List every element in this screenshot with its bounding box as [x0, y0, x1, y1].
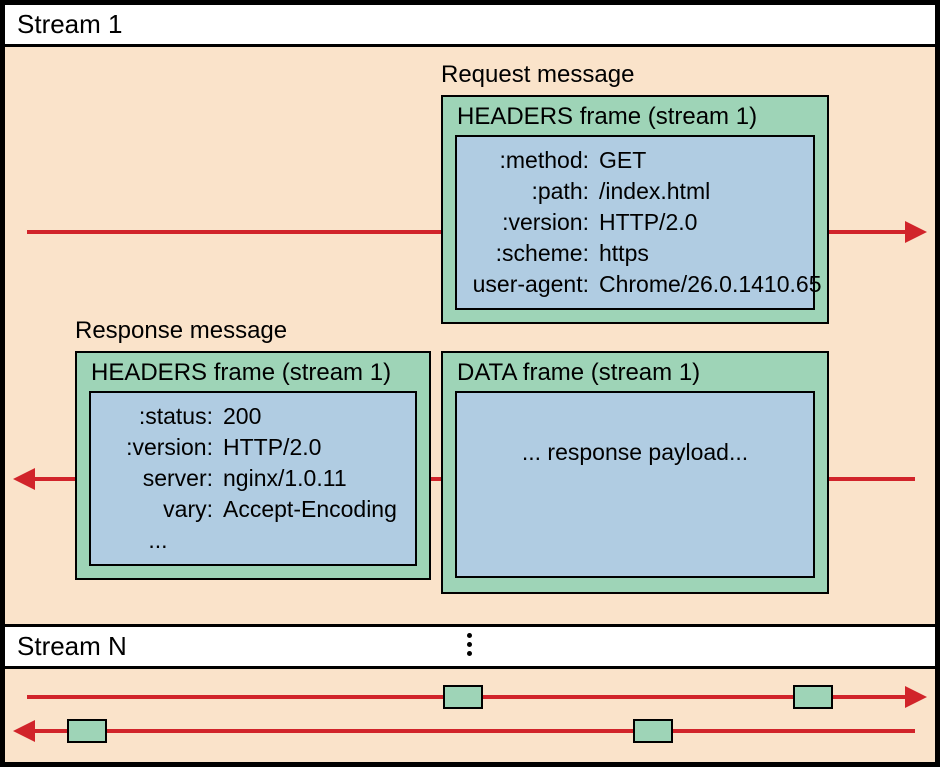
hdr-key: ... — [103, 525, 223, 556]
streamN-frame-box — [67, 719, 107, 743]
response-headers-title: HEADERS frame (stream 1) — [77, 353, 429, 391]
response-headers-frame: HEADERS frame (stream 1) :status:200 :ve… — [75, 351, 431, 580]
hdr-key: user-agent: — [469, 269, 599, 300]
hdr-key: :scheme: — [469, 238, 599, 269]
hdr-val: HTTP/2.0 — [223, 432, 403, 463]
hdr-key: :version: — [469, 207, 599, 238]
hdr-key: :status: — [103, 401, 223, 432]
hdr-val: GET — [599, 145, 801, 176]
request-headers-frame: HEADERS frame (stream 1) :method:GET :pa… — [441, 95, 829, 324]
request-headers-body: :method:GET :path:/index.html :version:H… — [455, 135, 815, 310]
hdr-key: :method: — [469, 145, 599, 176]
hdr-val: Accept-Encoding — [223, 494, 403, 525]
response-arrow-head — [13, 468, 35, 490]
hdr-key: vary: — [103, 494, 223, 525]
response-data-body: ... response payload... — [455, 391, 815, 578]
response-data-title: DATA frame (stream 1) — [443, 353, 827, 391]
hdr-val — [223, 525, 403, 556]
streamN-frame-box — [633, 719, 673, 743]
hdr-val: /index.html — [599, 176, 801, 207]
diagram-container: Stream 1 Request message HEADERS frame (… — [0, 0, 940, 767]
request-headers-title: HEADERS frame (stream 1) — [443, 97, 827, 135]
streamN-frame-box — [793, 685, 833, 709]
response-message-label: Response message — [75, 317, 287, 345]
request-arrow-head — [905, 221, 927, 243]
streamN-response-arrow-head — [13, 720, 35, 742]
streamN-body — [5, 669, 935, 762]
stream1-header: Stream 1 — [5, 5, 935, 47]
hdr-key: :path: — [469, 176, 599, 207]
hdr-val: 200 — [223, 401, 403, 432]
response-data-frame: DATA frame (stream 1) ... response paylo… — [441, 351, 829, 594]
hdr-val: nginx/1.0.11 — [223, 463, 403, 494]
hdr-key: :version: — [103, 432, 223, 463]
request-message-label: Request message — [441, 61, 634, 89]
streamN-request-arrow-head — [905, 686, 927, 708]
ellipsis-streams-icon — [467, 633, 472, 656]
payload-text: ... response payload... — [522, 439, 748, 465]
hdr-val: Chrome/26.0.1410.65 — [599, 269, 822, 300]
streamN-frame-box — [443, 685, 483, 709]
hdr-val: HTTP/2.0 — [599, 207, 801, 238]
stream1-body: Request message HEADERS frame (stream 1)… — [5, 47, 935, 627]
hdr-val: https — [599, 238, 801, 269]
hdr-key: server: — [103, 463, 223, 494]
response-headers-body: :status:200 :version:HTTP/2.0 server:ngi… — [89, 391, 417, 566]
streamN-response-arrow — [35, 729, 915, 733]
